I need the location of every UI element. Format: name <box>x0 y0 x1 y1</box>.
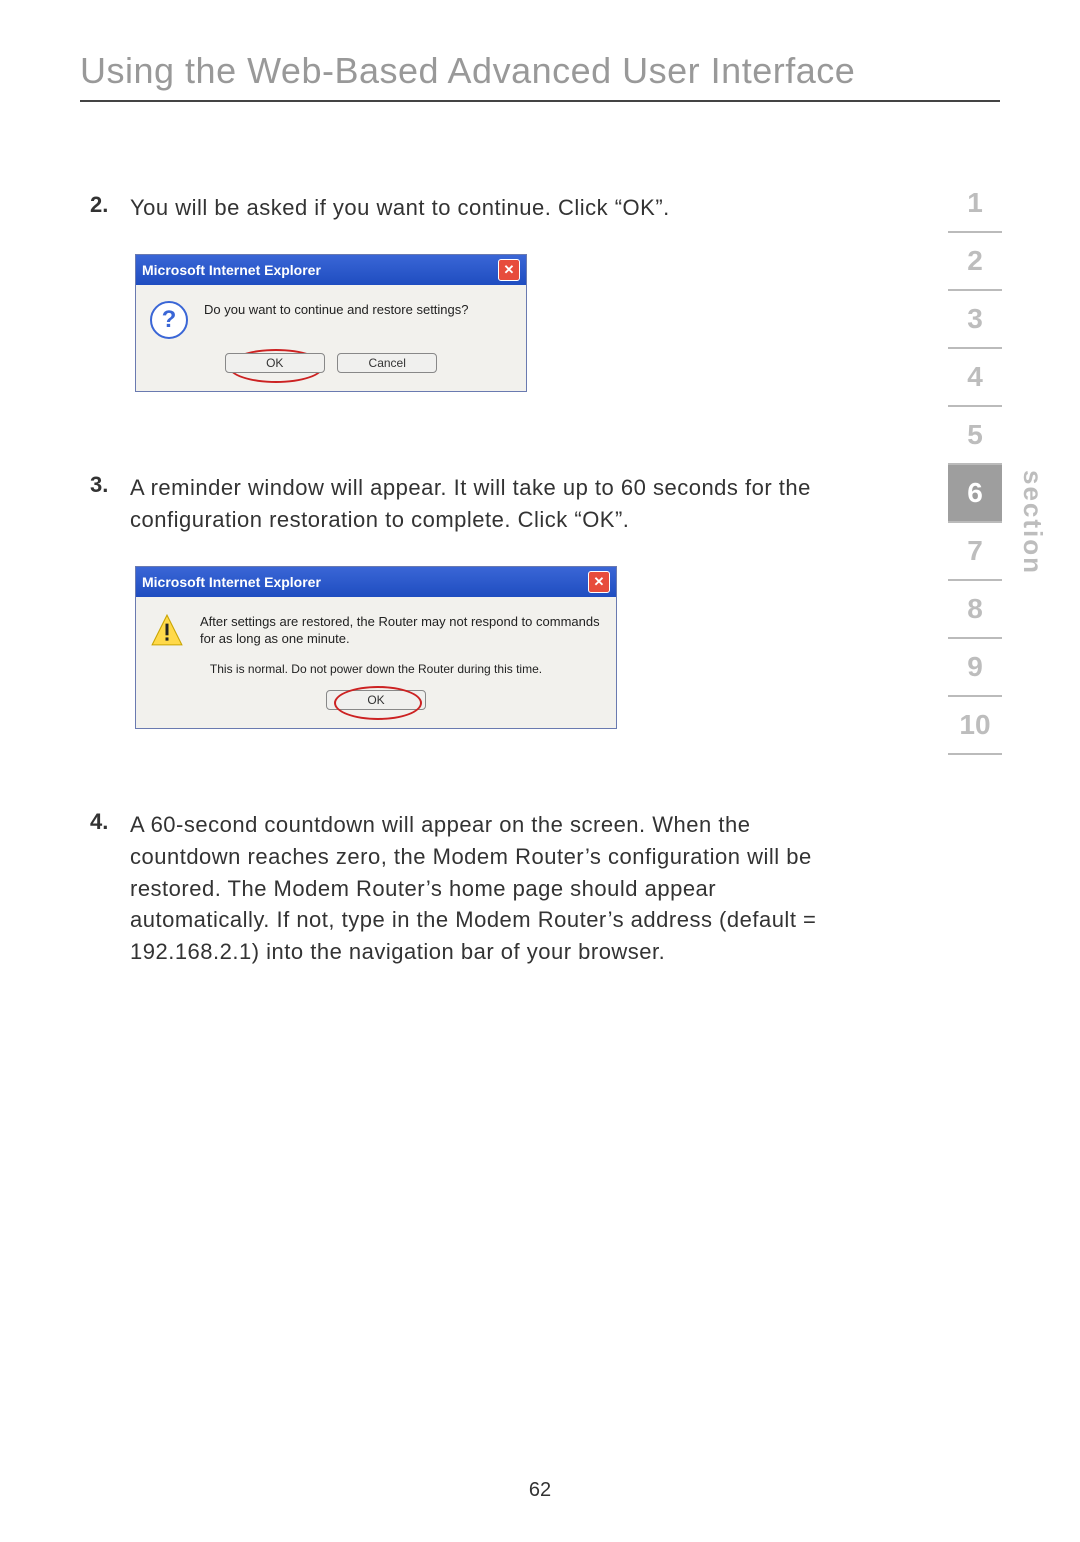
step-3: 3. A reminder window will appear. It wil… <box>90 472 830 536</box>
dialog-titlebar: Microsoft Internet Explorer ✕ <box>136 255 526 285</box>
section-nav-item-10[interactable]: 10 <box>948 697 1002 755</box>
section-label: section <box>1017 470 1048 575</box>
section-nav: 12345678910 <box>948 175 1002 755</box>
dialog-message: Do you want to continue and restore sett… <box>204 301 469 319</box>
step-4-text: A 60-second countdown will appear on the… <box>130 809 830 968</box>
step-3-number: 3. <box>90 472 130 536</box>
dialog-title: Microsoft Internet Explorer <box>142 262 321 278</box>
step-4-number: 4. <box>90 809 130 968</box>
step-2-number: 2. <box>90 192 130 224</box>
section-nav-item-5[interactable]: 5 <box>948 407 1002 465</box>
close-button[interactable]: ✕ <box>498 259 520 281</box>
restore-reminder-dialog: Microsoft Internet Explorer ✕ After sett… <box>135 566 617 729</box>
confirm-restore-dialog: Microsoft Internet Explorer ✕ ? Do you w… <box>135 254 527 392</box>
dialog-message-2: This is normal. Do not power down the Ro… <box>150 662 602 676</box>
section-nav-item-6[interactable]: 6 <box>948 465 1002 523</box>
section-nav-item-2[interactable]: 2 <box>948 233 1002 291</box>
ok-button[interactable]: OK <box>225 353 325 373</box>
section-nav-item-1[interactable]: 1 <box>948 175 1002 233</box>
section-nav-item-3[interactable]: 3 <box>948 291 1002 349</box>
step-3-text: A reminder window will appear. It will t… <box>130 472 830 536</box>
dialog-titlebar: Microsoft Internet Explorer ✕ <box>136 567 616 597</box>
dialog-message-1: After settings are restored, the Router … <box>200 613 602 648</box>
cancel-button[interactable]: Cancel <box>337 353 437 373</box>
ok-button[interactable]: OK <box>326 690 426 710</box>
page-number: 62 <box>0 1479 1080 1502</box>
section-nav-item-4[interactable]: 4 <box>948 349 1002 407</box>
close-button[interactable]: ✕ <box>588 571 610 593</box>
step-4: 4. A 60-second countdown will appear on … <box>90 809 830 968</box>
section-nav-item-8[interactable]: 8 <box>948 581 1002 639</box>
page-title: Using the Web-Based Advanced User Interf… <box>80 50 1000 102</box>
step-2-text: You will be asked if you want to continu… <box>130 192 670 224</box>
question-icon: ? <box>150 301 188 339</box>
warning-icon <box>150 613 184 647</box>
section-nav-item-9[interactable]: 9 <box>948 639 1002 697</box>
section-nav-item-7[interactable]: 7 <box>948 523 1002 581</box>
dialog-title: Microsoft Internet Explorer <box>142 574 321 590</box>
step-2: 2. You will be asked if you want to cont… <box>90 192 830 224</box>
